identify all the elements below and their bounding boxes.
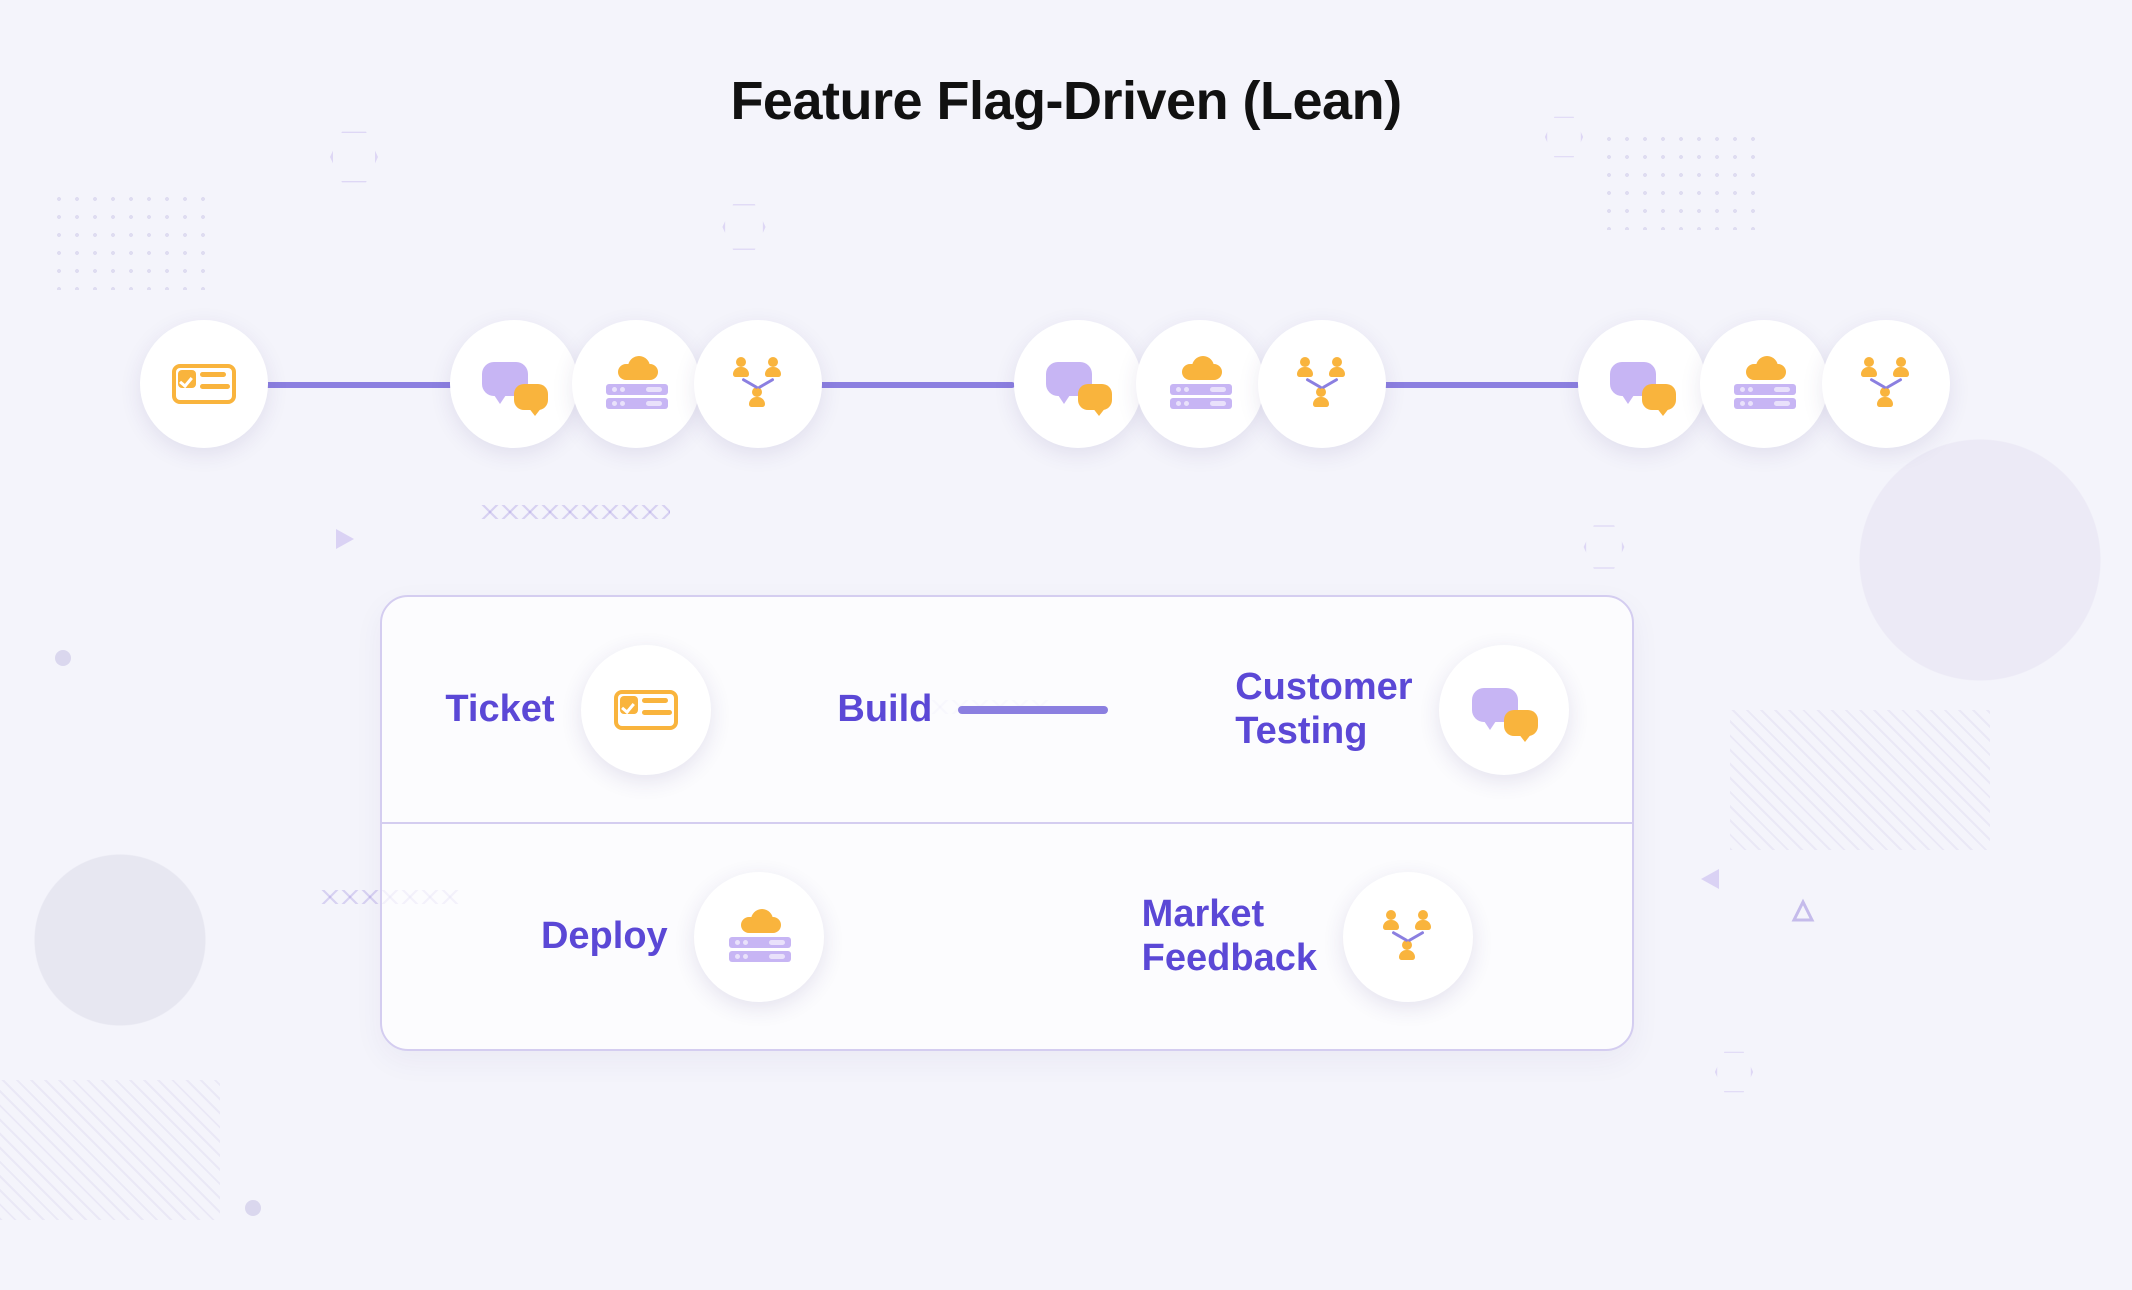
cloud-server-icon (604, 360, 668, 408)
chat-icon (482, 360, 546, 408)
people-icon (725, 357, 791, 411)
decor-dot (55, 650, 71, 666)
people-icon (1289, 357, 1355, 411)
flow-node-deploy (572, 320, 700, 448)
hexagon-icon (1715, 1050, 1753, 1093)
decor-stripes (1730, 710, 1990, 850)
decor-zigzag (480, 505, 670, 519)
cloud-server-icon (1732, 360, 1796, 408)
legend-row: Deploy Market Feedback (382, 824, 1632, 1049)
diagram-title: Feature Flag-Driven (Lean) (0, 70, 2132, 132)
process-flow (80, 310, 2102, 460)
chat-icon (1472, 686, 1536, 734)
decor-dots (1600, 130, 1760, 230)
decor-dot (245, 1200, 261, 1216)
people-icon (1853, 357, 1919, 411)
flow-node-market-feedback (694, 320, 822, 448)
legend-label: Build (837, 688, 932, 732)
legend-label: Deploy (541, 915, 668, 959)
ticket-icon (614, 686, 678, 734)
connector-line (1355, 382, 1580, 388)
chat-icon (1046, 360, 1110, 408)
legend-item-deploy: Deploy (541, 872, 824, 1002)
diagram-canvas: Feature Flag-Driven (Lean) Ticket (0, 0, 2132, 1290)
flow-node-deploy (1700, 320, 1828, 448)
hexagon-icon (722, 203, 765, 252)
legend-icon-bubble (1343, 872, 1473, 1002)
legend-item-customer-testing: Customer Testing (1235, 645, 1568, 775)
legend-icon-bubble (694, 872, 824, 1002)
legend-icon-bubble (1439, 645, 1569, 775)
decor-dots (50, 190, 210, 290)
legend-item-ticket: Ticket (445, 645, 710, 775)
hexagon-icon (1584, 524, 1625, 570)
chat-icon (1610, 360, 1674, 408)
legend-icon-bubble (581, 645, 711, 775)
flow-node-customer-testing (450, 320, 578, 448)
triangle-icon (1790, 900, 1814, 924)
flow-node-market-feedback (1258, 320, 1386, 448)
legend-item-build: Build (837, 688, 1108, 732)
connector-line (790, 382, 1015, 388)
ticket-icon (172, 360, 236, 408)
legend-label: Ticket (445, 688, 554, 732)
legend-card: Ticket Build Customer Testing Deploy (380, 595, 1634, 1051)
people-icon (1375, 910, 1441, 964)
flow-node-customer-testing (1578, 320, 1706, 448)
flow-node-ticket (140, 320, 268, 448)
cloud-server-icon (1168, 360, 1232, 408)
decor-stripes (0, 1080, 220, 1220)
cloud-server-icon (727, 913, 791, 961)
legend-label: Customer Testing (1235, 666, 1412, 753)
triangle-icon (1701, 869, 1719, 889)
flow-node-deploy (1136, 320, 1264, 448)
legend-label: Market Feedback (1142, 893, 1317, 980)
line-icon (958, 706, 1108, 714)
legend-row: Ticket Build Customer Testing (382, 597, 1632, 822)
triangle-icon (336, 529, 354, 549)
flow-node-market-feedback (1822, 320, 1950, 448)
legend-item-market-feedback: Market Feedback (1142, 872, 1473, 1002)
flow-node-customer-testing (1014, 320, 1142, 448)
hexagon-icon (330, 130, 378, 184)
